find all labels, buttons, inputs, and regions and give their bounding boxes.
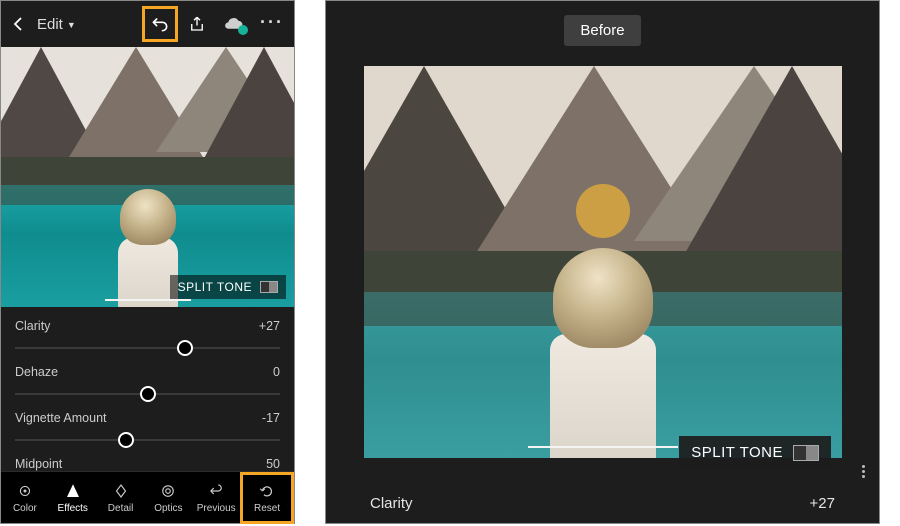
vignette-slider[interactable] <box>15 439 280 441</box>
more-icon[interactable]: ··· <box>260 12 284 33</box>
before-photo[interactable] <box>364 66 842 458</box>
tab-optics[interactable]: Optics <box>144 482 192 514</box>
clarity-value: +27 <box>810 495 835 512</box>
back-icon[interactable] <box>11 16 27 32</box>
slider-value: +27 <box>259 319 280 333</box>
clarity-slider-row: Clarity +27 <box>15 313 280 359</box>
dehaze-slider-row: Dehaze 0 <box>15 359 280 405</box>
slider-label: Midpoint <box>15 457 62 471</box>
tab-previous[interactable]: Previous <box>192 482 240 514</box>
phone-edit-panel: Edit ▼ ··· <box>0 0 295 524</box>
mode-selector[interactable]: Edit ▼ <box>37 16 76 33</box>
clarity-row: Clarity +27 <box>326 483 879 523</box>
before-panel: Before SPLIT TONE Clarity +27 <box>325 0 880 524</box>
mode-label: Edit <box>37 16 63 33</box>
share-icon[interactable] <box>188 15 206 33</box>
top-bar: Edit ▼ ··· <box>1 1 294 47</box>
undo-icon[interactable] <box>150 14 170 34</box>
more-vert-icon[interactable] <box>862 465 865 478</box>
slider-knob[interactable] <box>177 340 193 356</box>
caret-down-icon: ▼ <box>67 20 76 30</box>
slider-label: Dehaze <box>15 365 58 379</box>
photo-preview[interactable]: SPLIT TONE <box>1 47 294 307</box>
split-tone-chip[interactable]: SPLIT TONE <box>679 436 831 469</box>
cloud-sync-icon[interactable] <box>222 16 244 32</box>
sliders-panel: Clarity +27 Dehaze 0 Vignette Amount -17 <box>1 307 294 471</box>
clarity-slider[interactable] <box>15 347 280 349</box>
split-tone-label: SPLIT TONE <box>178 280 252 294</box>
split-tone-chip[interactable]: SPLIT TONE <box>170 275 286 299</box>
undo-highlight <box>142 6 178 42</box>
split-tone-icon <box>260 281 278 293</box>
split-tone-icon <box>793 445 819 461</box>
tab-effects[interactable]: Effects <box>49 482 97 514</box>
tab-detail[interactable]: Detail <box>97 482 145 514</box>
dehaze-slider[interactable] <box>15 393 280 395</box>
slider-knob[interactable] <box>118 432 134 448</box>
slider-value: 50 <box>266 457 280 471</box>
slider-knob[interactable] <box>140 386 156 402</box>
slider-value: -17 <box>262 411 280 425</box>
slider-value: 0 <box>273 365 280 379</box>
clarity-label: Clarity <box>370 495 413 512</box>
slider-label: Clarity <box>15 319 50 333</box>
sync-ok-badge <box>238 25 248 35</box>
touch-indicator <box>576 184 630 238</box>
tab-reset[interactable]: Reset <box>240 472 294 524</box>
split-tone-label: SPLIT TONE <box>691 444 783 461</box>
before-pill: Before <box>564 15 640 46</box>
tab-color[interactable]: Color <box>1 482 49 514</box>
slider-label: Vignette Amount <box>15 411 107 425</box>
midpoint-slider-row: Midpoint 50 <box>15 451 280 461</box>
vignette-slider-row: Vignette Amount -17 <box>15 405 280 451</box>
bottom-toolstrip: Color Effects Detail Optics Previous Res… <box>1 471 294 523</box>
